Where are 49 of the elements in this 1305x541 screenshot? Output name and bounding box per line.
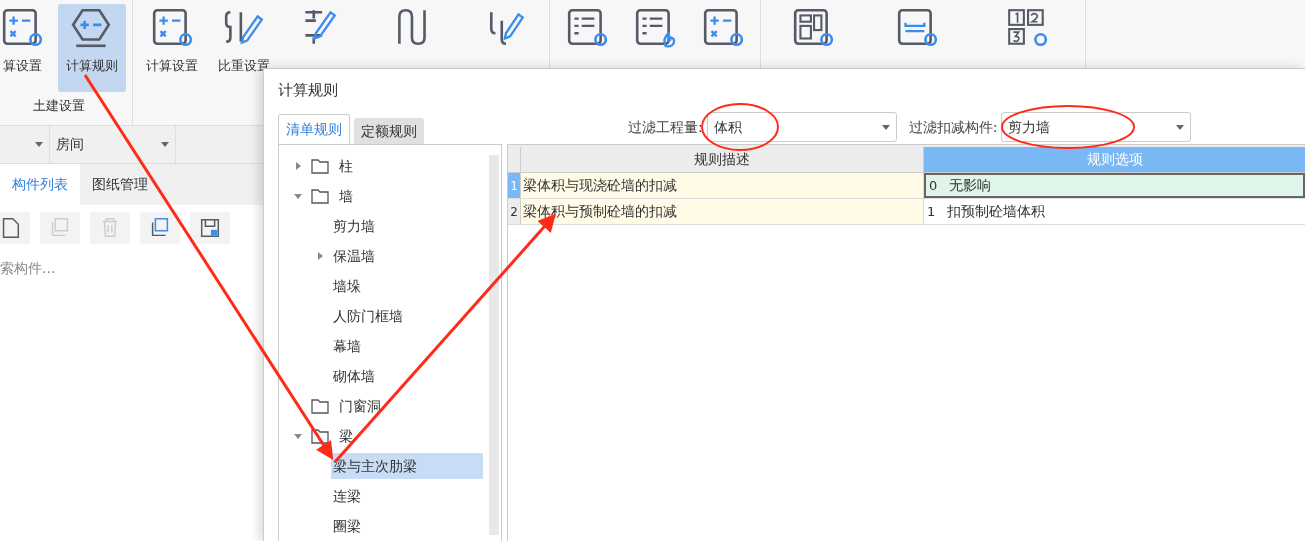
tree-item[interactable]: 墙 bbox=[337, 185, 355, 207]
tree-item[interactable]: 剪力墙 bbox=[331, 213, 375, 239]
tab[interactable]: 清单规则 bbox=[278, 114, 350, 144]
tree-item[interactable]: 梁 bbox=[337, 425, 355, 447]
ribbon-button[interactable]: 算设置 bbox=[0, 4, 52, 92]
tree-item[interactable]: 梁与主次肋梁 bbox=[331, 453, 483, 479]
filter-label: 过滤工程量: bbox=[628, 117, 703, 137]
toolbar-button[interactable] bbox=[190, 211, 230, 244]
tree-item[interactable]: 幕墙 bbox=[331, 333, 361, 359]
tree-item[interactable]: 圈梁 bbox=[331, 513, 361, 539]
dropdown[interactable]: 体积 bbox=[706, 112, 897, 142]
toolbar-button[interactable] bbox=[0, 211, 30, 244]
tree-item[interactable]: 人防门框墙 bbox=[331, 303, 403, 329]
filter-label: 过滤扣减构件: bbox=[908, 117, 998, 137]
tree-item[interactable]: 柱 bbox=[337, 155, 355, 177]
row-number: 1 bbox=[508, 173, 521, 198]
tree-item[interactable]: 门窗洞 bbox=[337, 395, 383, 417]
group-label: 土建设置 bbox=[33, 97, 85, 115]
table-cell: 梁体积与预制砼墙的扣减 bbox=[521, 199, 924, 224]
dropdown[interactable]: 剪力墙 bbox=[1001, 112, 1192, 142]
tab[interactable]: 定额规则 bbox=[354, 118, 424, 144]
collapsed-caret-icon[interactable] bbox=[295, 162, 301, 170]
new-document-icon bbox=[0, 215, 22, 240]
folder-icon bbox=[311, 158, 329, 174]
list-flame-icon bbox=[633, 6, 677, 50]
caret-icon bbox=[881, 124, 890, 130]
tab[interactable]: 构件列表 bbox=[0, 164, 80, 205]
caret-icon bbox=[1176, 124, 1185, 130]
tree-item[interactable]: 墙垛 bbox=[331, 273, 361, 299]
row-number: 2 bbox=[508, 199, 521, 224]
folder-icon bbox=[311, 398, 329, 414]
ribbon-button[interactable]: 计算设置 bbox=[139, 4, 205, 92]
dialog-title: 计算规则 bbox=[278, 79, 338, 101]
folder-icon bbox=[311, 428, 329, 444]
tree-item[interactable]: 连梁 bbox=[331, 483, 361, 509]
toolbar-button[interactable] bbox=[140, 211, 180, 244]
ribbon-button[interactable]: 计算规则 bbox=[58, 4, 126, 92]
tree-item[interactable]: 砌体墙 bbox=[331, 363, 375, 389]
tree-item[interactable]: 保温墙 bbox=[331, 243, 375, 269]
caret-icon bbox=[161, 142, 169, 147]
table-cell: 梁体积与现浇砼墙的扣减 bbox=[521, 173, 924, 198]
tab[interactable]: 图纸管理 bbox=[80, 164, 160, 205]
table-cell[interactable]: 0 无影响 bbox=[924, 173, 1305, 198]
collapsed-caret-icon[interactable] bbox=[318, 252, 323, 260]
expanded-caret-icon[interactable] bbox=[294, 193, 302, 199]
caret-icon bbox=[35, 142, 43, 147]
column-header: 规则选项 bbox=[924, 147, 1305, 172]
folder-icon bbox=[311, 188, 329, 204]
expanded-caret-icon[interactable] bbox=[294, 433, 302, 439]
